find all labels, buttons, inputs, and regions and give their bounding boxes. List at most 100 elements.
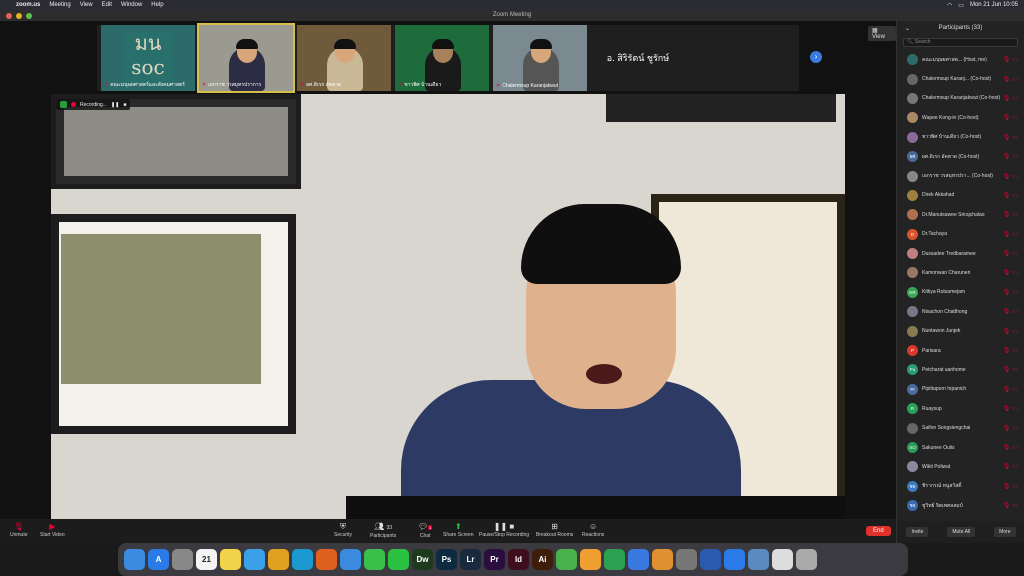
participant-row[interactable]: Wapee Kong-in (Co-host) 🎙︎ ▭ (897, 108, 1024, 127)
chat-button[interactable]: 💬︎1 Chat (418, 522, 433, 539)
photoshop-icon[interactable]: Ps (436, 549, 457, 570)
participant-row[interactable]: ชาวพิศ บ้านเดียว (Co-host) 🎙︎ ▭ (897, 128, 1024, 147)
participant-row[interactable]: KR Kittiya Rutsamejam 🎙︎ ▭ (897, 283, 1024, 302)
video-tile[interactable]: ผศ.ดิเรก อัคฮาด (297, 25, 391, 91)
participant-row[interactable]: Dr.Manutsawee Sriraj­chalao 🎙︎ ▭ (897, 205, 1024, 224)
menu-help[interactable]: Help (151, 2, 163, 8)
stop-recording-icon[interactable]: ■ (123, 102, 126, 108)
lightroom-icon[interactable]: Lr (460, 549, 481, 570)
laptop (346, 496, 845, 520)
menu-meeting[interactable]: Meeting (49, 2, 70, 8)
pause-recording-icon[interactable]: ❚❚ (111, 102, 119, 108)
reactions-button[interactable]: ☺ Reactions (582, 522, 604, 538)
start-video-button[interactable]: ▶ Start Video (40, 522, 65, 538)
video-tile[interactable]: มน soc คณะมนุษยศาสตร์และสังคมศาสตร์ (101, 25, 195, 91)
chrome-icon[interactable] (268, 549, 289, 570)
video-tile-active-speaker[interactable]: เอกราช วรสมุทรปราการ (197, 23, 295, 93)
microphone-muted-icon: 🎙︎ (1002, 348, 1011, 355)
menu-window[interactable]: Window (121, 2, 142, 8)
view-button[interactable]: ▦ View (868, 26, 896, 41)
launchpad-icon[interactable] (172, 549, 193, 570)
participant-row[interactable]: ผศ ผศ.ดิเรก อัคฮาด (Co-host) 🎙︎ ▭ (897, 147, 1024, 166)
premiere-icon[interactable]: Pr (484, 549, 505, 570)
keynote-icon[interactable] (628, 549, 649, 570)
participant-row[interactable]: เอกราช วรสมุทรปรา... (Co-host) 🎙︎ ▭ (897, 166, 1024, 185)
invite-button[interactable]: Invite (906, 527, 929, 537)
wifi-icon[interactable]: ◠ (947, 2, 952, 9)
participant-row[interactable]: Direk Akkahad 🎙︎ ▭ (897, 186, 1024, 205)
participant-row[interactable]: Pu Petcharat uanhome 🎙︎ ▭ (897, 360, 1024, 379)
menu-view[interactable]: View (80, 2, 93, 8)
participant-row[interactable]: SO Sakunee Oulis 🎙︎ ▭ (897, 438, 1024, 457)
avatar (907, 325, 918, 337)
participant-row[interactable]: R Ruaysup 🎙︎ ▭ (897, 399, 1024, 418)
participant-row[interactable]: Wikit Poliwat 🎙︎ ▭ (897, 457, 1024, 476)
menubar-datetime[interactable]: Mon 21 Jun 10:05 (970, 2, 1018, 8)
mail-icon[interactable] (340, 549, 361, 570)
menu-edit[interactable]: Edit (102, 2, 112, 8)
participant-row[interactable]: Kamonwan Charuneri 🎙︎ ▭ (897, 263, 1024, 282)
word-icon[interactable] (700, 549, 721, 570)
breakout-rooms-button[interactable]: ⊞ Breakout Rooms (536, 522, 573, 538)
participant-row[interactable]: Saifon Songsiengchai 🎙︎ ▭ (897, 418, 1024, 437)
dreamweaver-icon[interactable]: Dw (412, 549, 433, 570)
video-tile-camera-off[interactable]: อ. สิริรัตน์ ชูรักษ์ (591, 25, 685, 91)
panel-footer: Invite Mute All More (897, 521, 1024, 543)
pause-stop-recording-button[interactable]: ❚❚ ■ Pause/Stop Recording (479, 522, 529, 538)
pages-icon[interactable] (652, 549, 673, 570)
finder-icon[interactable] (124, 549, 145, 570)
participant-row[interactable]: PI Pipittaporn Inpanich 🎙︎ ▭ (897, 380, 1024, 399)
avatar: PI (907, 383, 918, 395)
participant-row[interactable]: Nisachon Chatthong 🎙︎ ▭ (897, 302, 1024, 321)
safari-icon[interactable] (244, 549, 265, 570)
participant-row[interactable]: ชจ ชูวิทย์ จิตเพศลสมบ์ 🎙︎ ▭ (897, 496, 1024, 515)
firefox-icon[interactable] (316, 549, 337, 570)
faculty-logo: มน soc (123, 31, 173, 85)
participant-row[interactable]: Dussadee Tredbaramee 🎙︎ ▭ (897, 244, 1024, 263)
indesign-icon[interactable]: Id (508, 549, 529, 570)
video-tile[interactable]: Chalermsup Karanjakwut (493, 25, 587, 91)
notes-icon[interactable] (220, 549, 241, 570)
numbers-icon[interactable] (604, 549, 625, 570)
photos-icon[interactable] (580, 549, 601, 570)
participant-row[interactable]: ชห ชิรากรณ์ หนูสวัสดิ์ 🎙︎ ▭ (897, 477, 1024, 496)
app-store-icon[interactable]: A (148, 549, 169, 570)
close-window-button[interactable] (6, 13, 12, 19)
participant-row[interactable]: Chalermsup Karanj... (Co-host) 🎙︎ ▭ (897, 69, 1024, 88)
security-button[interactable]: ⛨ Security (334, 522, 352, 538)
minimize-window-button[interactable] (16, 13, 22, 19)
zoom-window-button[interactable] (26, 13, 32, 19)
calendar-icon[interactable]: 21 (196, 549, 217, 570)
share-screen-button[interactable]: ⬆ Share Screen (443, 522, 474, 538)
participant-row[interactable]: D Dr.Tachaya 🎙︎ ▭ (897, 225, 1024, 244)
illustrator-icon[interactable]: Ai (532, 549, 553, 570)
participant-row[interactable]: Chalermsup Karanjakwut (Co-host) 🎙︎ ▭ (897, 89, 1024, 108)
participant-row[interactable]: Nuntawon Junjek 🎙︎ ▭ (897, 321, 1024, 340)
meeting-toolbar: 🎙︎ Unmute ▶ Start Video ⛨ Security 👥︎ 33… (0, 519, 896, 543)
preview-icon[interactable] (748, 549, 769, 570)
documents-icon[interactable] (772, 549, 793, 570)
messages-icon[interactable] (364, 549, 385, 570)
menu-app[interactable]: zoom.us (16, 2, 40, 8)
battery-icon[interactable]: ▭ (958, 2, 964, 9)
participant-search-input[interactable]: 🔍︎ Search (903, 38, 1018, 47)
smiley-icon: ☺ (589, 522, 598, 531)
mute-all-button[interactable]: Mute All (947, 527, 976, 537)
line-icon[interactable] (388, 549, 409, 570)
trash-icon[interactable] (796, 549, 817, 570)
video-tile[interactable]: ชาวพิศ บ้านเดียว (395, 25, 489, 91)
unmute-button[interactable]: 🎙︎ Unmute (10, 522, 28, 538)
avatar: SO (907, 442, 918, 453)
participants-button[interactable]: 👥︎ 33 Participants (370, 522, 396, 539)
chevron-down-icon[interactable]: ⌄ (905, 25, 910, 32)
next-page-button[interactable]: › (810, 51, 822, 63)
participant-row[interactable]: P Parisara 🎙︎ ▭ (897, 341, 1024, 360)
recording-indicator[interactable]: Recording... ❚❚ ■ (56, 99, 131, 110)
system-preferences-icon[interactable] (676, 549, 697, 570)
edge-icon[interactable] (292, 549, 313, 570)
more-button[interactable]: More (994, 527, 1016, 537)
end-meeting-button[interactable]: End (866, 526, 891, 536)
maps-icon[interactable] (556, 549, 577, 570)
participant-row[interactable]: คณะมนุษยศาสต... (Host, me) 🎙︎ ▭ (897, 50, 1024, 69)
zoom-icon[interactable] (724, 549, 745, 570)
